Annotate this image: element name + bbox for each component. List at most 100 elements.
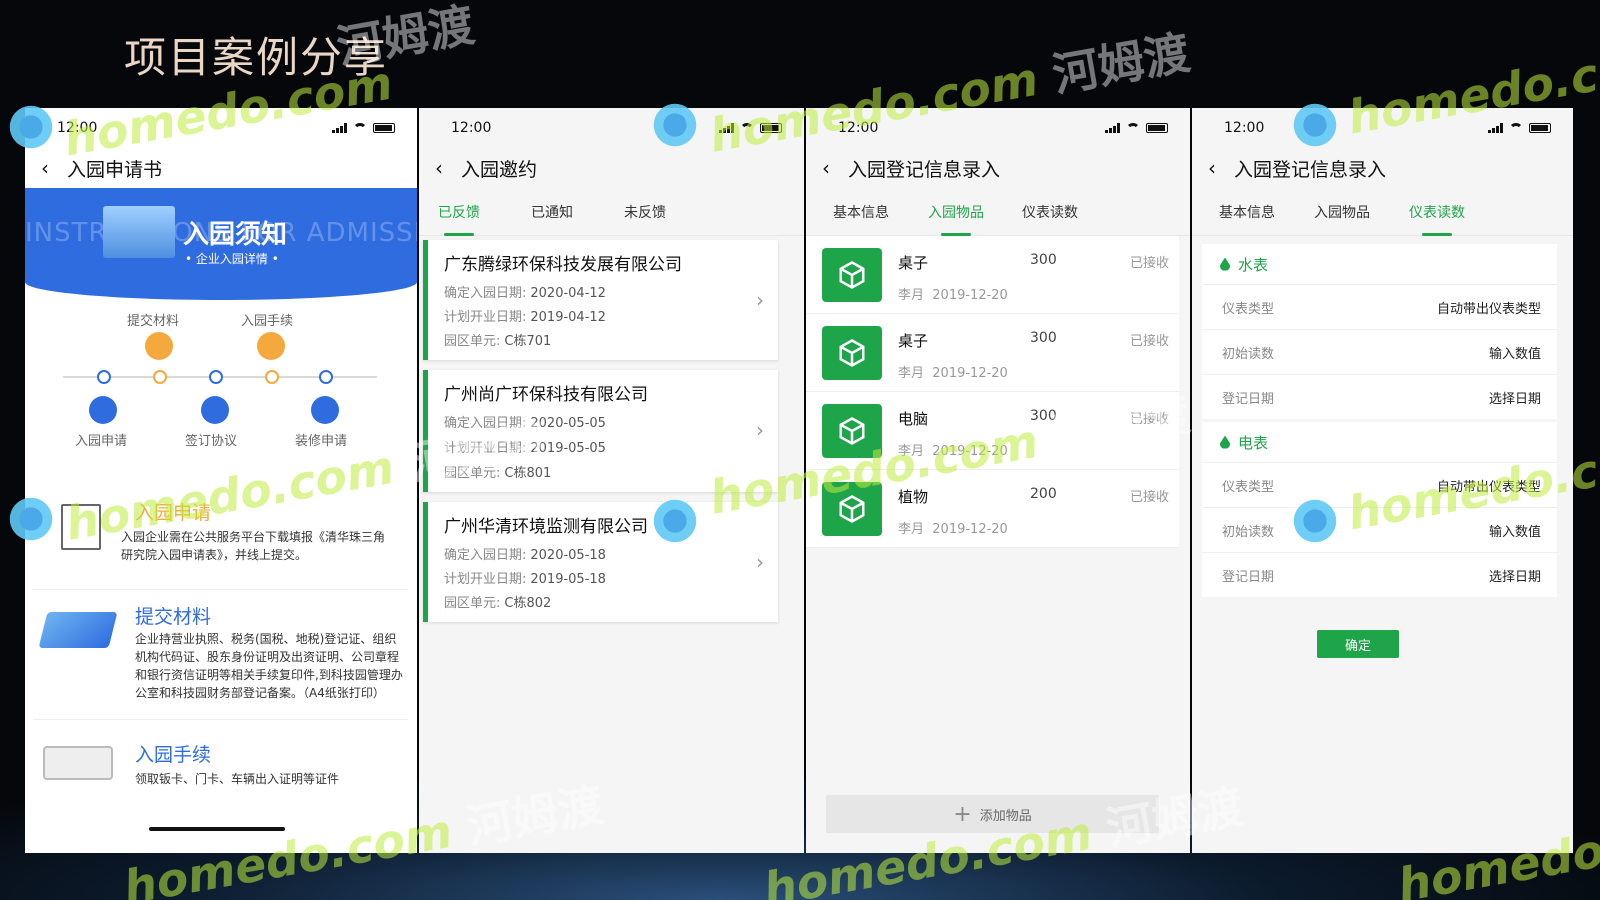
chevron-right-icon: › xyxy=(756,418,764,442)
electric-meter-section: 电表 仪表类型 自动带出仪表类型 初始读数 输入数值 登记日期 选择日期 xyxy=(1202,422,1557,597)
row-label: 登记日期 xyxy=(1222,391,1275,407)
signal-icon xyxy=(332,123,347,133)
item-person: 李月 xyxy=(898,522,925,537)
chevron-right-icon: › xyxy=(756,288,764,312)
agreement-step-icon xyxy=(201,396,229,424)
row-label: 仪表类型 xyxy=(1222,479,1275,495)
row-label: 登记日期 xyxy=(1222,569,1275,585)
status-bar: 12:00 xyxy=(25,108,417,148)
admission-date: 2020-05-18 xyxy=(530,548,606,563)
company-card[interactable]: 广州华清环境监测有限公司 确定入园日期: 2020-05-18 计划开业日期: 20… xyxy=(423,502,778,622)
item-person: 李月 xyxy=(898,288,925,303)
date-picker[interactable]: 选择日期 xyxy=(1489,566,1541,585)
initial-reading-input[interactable]: 输入数值 xyxy=(1489,521,1541,540)
back-icon[interactable]: ‹ xyxy=(1208,156,1216,180)
section-title: 提交材料 xyxy=(135,606,212,628)
item-date: 2019-12-20 xyxy=(932,522,1008,537)
back-icon[interactable]: ‹ xyxy=(822,156,830,180)
step-dot xyxy=(97,370,111,384)
confirm-button[interactable]: 确定 xyxy=(1317,630,1399,658)
back-icon[interactable]: ‹ xyxy=(41,156,49,180)
label: 计划开业日期: xyxy=(444,310,527,325)
signal-icon xyxy=(1105,123,1120,133)
item-name: 桌子 xyxy=(898,254,929,272)
phone-meter-readings: 12:00 ‹ 入园登记信息录入 基本信息 入园物品 仪表读数 水表 仪表类型 自… xyxy=(1192,108,1573,853)
company-card[interactable]: 广州尚广环保科技有限公司 确定入园日期: 2020-05-05 计划开业日期: 20… xyxy=(423,370,778,492)
tab-meter-readings[interactable]: 仪表读数 xyxy=(996,202,1104,222)
initial-reading-row[interactable]: 初始读数 输入数值 xyxy=(1202,329,1557,374)
tab-meter-readings[interactable]: 仪表读数 xyxy=(1382,202,1492,222)
truck-illustration-icon xyxy=(43,746,113,780)
register-date-row[interactable]: 登记日期 选择日期 xyxy=(1202,374,1557,419)
meter-type-row[interactable]: 仪表类型 自动带出仪表类型 xyxy=(1202,462,1557,507)
label: 计划开业日期: xyxy=(444,572,527,587)
step-dot xyxy=(265,370,279,384)
label: 计划开业日期: xyxy=(444,441,527,456)
section-desc: 企业持营业执照、税务(国税、地税)登记证、组织机构代码证、股东身份证明及出资证明… xyxy=(135,632,403,700)
meter-type-row[interactable]: 仪表类型 自动带出仪表类型 xyxy=(1202,284,1557,329)
water-drop-icon xyxy=(1220,257,1230,271)
tab-items[interactable]: 入园物品 xyxy=(916,202,996,222)
battery-icon xyxy=(760,123,782,133)
laptop-illustration-icon xyxy=(38,612,118,648)
initial-reading-row[interactable]: 初始读数 输入数值 xyxy=(1202,507,1557,552)
tab-bar: 已反馈 已通知 未反馈 xyxy=(419,188,804,236)
tab-basic-info[interactable]: 基本信息 xyxy=(1192,202,1302,222)
step-label-renovation: 装修申请 xyxy=(295,434,348,449)
meter-name: 水表 xyxy=(1238,255,1269,274)
step-dot xyxy=(319,370,333,384)
item-date: 2019-12-20 xyxy=(932,288,1008,303)
initial-reading-input[interactable]: 输入数值 xyxy=(1489,343,1541,362)
tab-bar: 基本信息 入园物品 仪表读数 xyxy=(806,188,1190,236)
tab-responded[interactable]: 已反馈 xyxy=(419,202,499,222)
back-icon[interactable]: ‹ xyxy=(435,156,443,180)
register-date-row[interactable]: 登记日期 选择日期 xyxy=(1202,552,1557,597)
add-item-button[interactable]: + 添加物品 xyxy=(826,795,1159,833)
label: 确定入园日期: xyxy=(444,416,527,431)
row-label: 初始读数 xyxy=(1222,524,1275,540)
page-title: 入园登记信息录入 xyxy=(1234,158,1387,181)
package-icon xyxy=(822,326,882,380)
item-quantity: 300 xyxy=(1030,408,1057,424)
signal-icon xyxy=(1488,123,1503,133)
phone-admission-application: 12:00 ‹ 入园申请书 INSTRUCTIONS FOR ADMISSION… xyxy=(25,108,417,853)
status-bar: 12:00 xyxy=(1192,108,1573,148)
page-title: 入园登记信息录入 xyxy=(848,158,1001,181)
park-unit: C栋801 xyxy=(504,466,552,481)
phone-invitations: 12:00 ‹ 入园邀约 已反馈 已通知 未反馈 广东腾绿环保科技发展有限公司 … xyxy=(419,108,804,853)
plus-icon: + xyxy=(953,801,972,827)
status-bar: 12:00 xyxy=(806,108,1190,148)
item-name: 植物 xyxy=(898,488,929,506)
tab-no-response[interactable]: 未反馈 xyxy=(605,202,685,222)
phone-registration-items: 12:00 ‹ 入园登记信息录入 基本信息 入园物品 仪表读数 桌子 300 已… xyxy=(806,108,1190,853)
list-item[interactable]: 桌子 300 已接收 李月 2019-12-20 xyxy=(806,314,1179,392)
item-date: 2019-12-20 xyxy=(932,444,1008,459)
tab-basic-info[interactable]: 基本信息 xyxy=(806,202,916,222)
section-title: 入园手续 xyxy=(135,744,212,766)
company-card[interactable]: 广东腾绿环保科技发展有限公司 确定入园日期: 2020-04-12 计划开业日期:… xyxy=(423,240,778,360)
tab-notified[interactable]: 已通知 xyxy=(499,202,605,222)
date-picker[interactable]: 选择日期 xyxy=(1489,388,1541,407)
list-item[interactable]: 植物 200 已接收 李月 2019-12-20 xyxy=(806,470,1179,548)
tab-items[interactable]: 入园物品 xyxy=(1302,202,1382,222)
label: 确定入园日期: xyxy=(444,286,527,301)
row-label: 仪表类型 xyxy=(1222,301,1275,317)
meter-name: 电表 xyxy=(1238,433,1269,452)
company-name: 广州华清环境监测有限公司 xyxy=(444,517,648,537)
row-value: 自动带出仪表类型 xyxy=(1436,301,1541,317)
package-icon xyxy=(822,482,882,536)
opening-date: 2019-04-12 xyxy=(530,310,606,325)
list-item[interactable]: 桌子 300 已接收 李月 2019-12-20 xyxy=(806,236,1179,314)
status-bar: 12:00 xyxy=(419,108,804,148)
list-item[interactable]: 电脑 300 已接收 李月 2019-12-20 xyxy=(806,392,1179,470)
process-steps: 提交材料 入园手续 入园申请 签订协议 装修申请 xyxy=(25,300,417,450)
item-person: 李月 xyxy=(898,444,925,459)
section-desc: 领取钣卡、门卡、车辆出入证明等证件 xyxy=(135,772,340,786)
item-status: 已接收 xyxy=(1129,334,1169,349)
wifi-icon xyxy=(740,123,754,133)
nav-bar: ‹ 入园邀约 xyxy=(419,148,804,188)
clipboard-icon xyxy=(61,504,101,550)
battery-icon xyxy=(1529,123,1551,133)
add-item-label: 添加物品 xyxy=(979,808,1032,824)
step-label-procedure: 入园手续 xyxy=(241,314,294,329)
